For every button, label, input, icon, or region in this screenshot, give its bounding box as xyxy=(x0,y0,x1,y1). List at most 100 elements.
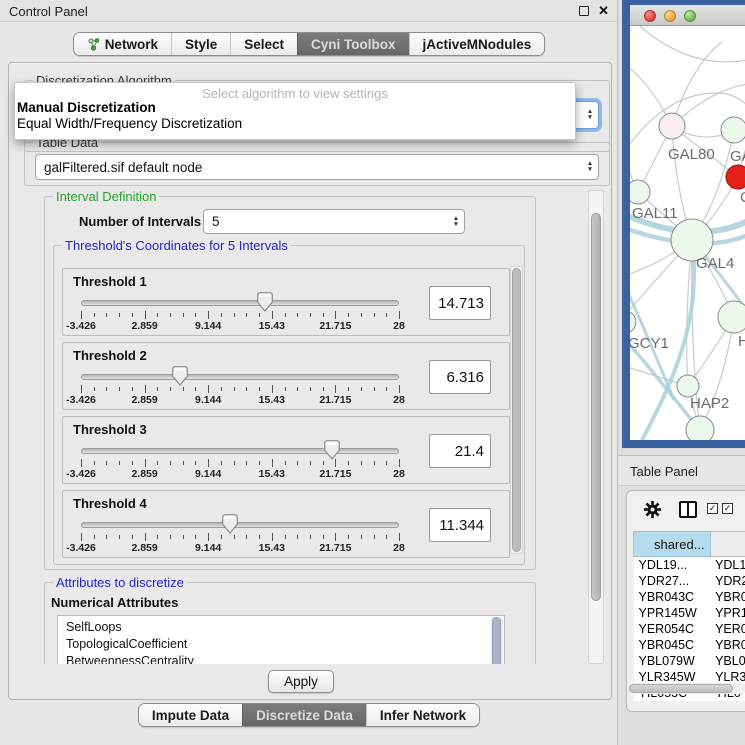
threshold-label: Threshold 3 xyxy=(73,422,147,437)
network-node-selected[interactable] xyxy=(726,165,745,189)
table-column-header[interactable]: shared... xyxy=(634,532,711,557)
table-row[interactable]: YDL19...YDL1 xyxy=(634,557,745,573)
control-panel-title: Control Panel xyxy=(9,4,88,19)
table-cell[interactable]: YER0 xyxy=(710,621,745,637)
network-node[interactable] xyxy=(677,375,699,397)
table-cell[interactable]: YDL1 xyxy=(710,557,745,573)
network-node[interactable] xyxy=(718,301,745,333)
top-tab-select[interactable]: Select xyxy=(230,33,297,55)
network-node[interactable] xyxy=(630,180,650,204)
threshold-value-field[interactable] xyxy=(429,434,491,468)
combo-spinner-icon[interactable]: ▲▼ xyxy=(582,109,598,121)
apply-button[interactable]: Apply xyxy=(268,670,334,693)
checkbox-icon[interactable]: ✓ xyxy=(707,503,718,514)
interval-definition-group-title: Interval Definition xyxy=(53,190,159,204)
float-window-icon[interactable] xyxy=(579,6,589,16)
network-node-label: H xyxy=(738,333,745,350)
table-data-combo[interactable]: galFiltered.sif default node ▲▼ xyxy=(35,154,599,180)
table-panel-body: ✓ ✓ shared...n YDL19...YDL1YDR27...YDR2Y… xyxy=(626,490,745,712)
settings-vertical-scrollbar[interactable] xyxy=(588,190,604,664)
algorithm-menu-item[interactable]: Manual Discretization xyxy=(15,100,575,116)
top-tab-jactivemnodules[interactable]: jActiveMNodules xyxy=(409,33,545,55)
checkbox-icon[interactable]: ✓ xyxy=(722,503,733,514)
slider-thumb[interactable] xyxy=(222,514,238,534)
network-node-label: C xyxy=(740,189,745,206)
slider-tick-labels: -3.4262.8599.14415.4321.71528 xyxy=(81,468,399,480)
table-cell[interactable]: YBL079W xyxy=(634,653,711,669)
table-row[interactable]: YBL079WYBL0 xyxy=(634,653,745,669)
combo-spinner-icon[interactable]: ▲▼ xyxy=(448,216,464,228)
network-node[interactable] xyxy=(686,416,714,440)
table-cell[interactable]: YBR045C xyxy=(634,637,711,653)
combo-spinner-icon[interactable]: ▲▼ xyxy=(582,161,598,173)
slider-thumb[interactable] xyxy=(257,292,273,312)
tick-label: 15.43 xyxy=(259,542,285,554)
close-icon[interactable]: ✕ xyxy=(598,3,609,19)
table-cell[interactable]: YDR2 xyxy=(710,573,745,589)
table-cell[interactable]: YDR27... xyxy=(634,573,711,589)
table-cell[interactable]: YBL0 xyxy=(710,653,745,669)
thresholds-scrollbar[interactable] xyxy=(510,266,523,554)
threshold-value-field[interactable] xyxy=(429,360,491,394)
tick-label: 28 xyxy=(393,320,405,332)
bottom-tabs: Impute DataDiscretize DataInfer Network xyxy=(138,703,480,727)
table-cell[interactable]: YBR0 xyxy=(710,589,745,605)
network-node[interactable] xyxy=(630,311,636,333)
table-cell[interactable]: YBR0 xyxy=(710,637,745,653)
tick-label: 28 xyxy=(393,394,405,406)
table-cell[interactable]: YPR1 xyxy=(710,605,745,621)
network-node[interactable] xyxy=(659,113,685,139)
threshold-value-field[interactable] xyxy=(429,508,491,542)
table-row[interactable]: YPR145WYPR1 xyxy=(634,605,745,621)
slider-track[interactable] xyxy=(81,448,399,454)
tick-label: 2.859 xyxy=(131,468,157,480)
slider-track[interactable] xyxy=(81,374,399,380)
algorithm-menu-item[interactable]: Equal Width/Frequency Discretization xyxy=(15,116,575,132)
slider-track[interactable] xyxy=(81,300,399,306)
table-cell[interactable]: YER054C xyxy=(634,621,711,637)
slider-thumb[interactable] xyxy=(172,366,188,386)
scrollbar-thumb[interactable] xyxy=(492,617,501,664)
minimize-traffic-icon[interactable] xyxy=(664,10,676,22)
table-column-header[interactable]: n xyxy=(710,532,745,557)
attribute-list-item[interactable]: BetweennessCentrality xyxy=(66,653,504,664)
top-tab-style[interactable]: Style xyxy=(171,33,230,55)
right-region: GAL80GAGAL11CGAL4GCY1HHAP2 Table Panel ✓… xyxy=(618,0,745,745)
top-tab-cyni-toolbox[interactable]: Cyni Toolbox xyxy=(297,33,409,55)
attribute-list-item[interactable]: TopologicalCoefficient xyxy=(66,636,504,653)
bottom-tab-infer-network[interactable]: Infer Network xyxy=(366,704,479,726)
table-cell[interactable]: YBR043C xyxy=(634,589,711,605)
scrollbar-thumb[interactable] xyxy=(591,213,601,601)
threshold-row: Threshold 1-3.4262.8599.14415.4321.71528 xyxy=(62,268,510,336)
number-of-intervals-combo[interactable]: 5 ▲▼ xyxy=(203,209,465,234)
top-tab-network[interactable]: Network xyxy=(74,33,171,55)
scrollbar-thumb[interactable] xyxy=(512,268,521,552)
slider-thumb[interactable] xyxy=(324,440,340,460)
table-panel-title: Table Panel xyxy=(630,464,698,479)
table-row[interactable]: YER054CYER0 xyxy=(634,621,745,637)
table-horizontal-scrollbar[interactable] xyxy=(629,683,745,694)
gear-icon[interactable] xyxy=(643,500,662,519)
table-row[interactable]: YBR045CYBR0 xyxy=(634,637,745,653)
tick-label: 21.715 xyxy=(319,394,351,406)
attributes-scrollbar[interactable] xyxy=(491,617,503,664)
attribute-list-item[interactable]: SelfLoops xyxy=(66,619,504,636)
bottom-tab-impute-data[interactable]: Impute Data xyxy=(139,704,242,726)
threshold-value-field[interactable] xyxy=(429,286,491,320)
table-row[interactable]: YDR27...YDR2 xyxy=(634,573,745,589)
columns-icon[interactable] xyxy=(679,501,697,518)
network-canvas[interactable]: GAL80GAGAL11CGAL4GCY1HHAP2 xyxy=(630,26,745,440)
scrollbar-thumb[interactable] xyxy=(629,684,733,693)
close-traffic-icon[interactable] xyxy=(644,10,656,22)
network-view-window[interactable]: GAL80GAGAL11CGAL4GCY1HHAP2 xyxy=(622,0,745,448)
zoom-traffic-icon[interactable] xyxy=(684,10,696,22)
table-cell[interactable]: YDL19... xyxy=(634,557,711,573)
network-edge xyxy=(672,42,722,126)
network-node-label: GAL80 xyxy=(668,146,715,163)
network-node-label: GCY1 xyxy=(630,335,669,352)
network-node[interactable] xyxy=(721,117,745,143)
bottom-tab-discretize-data[interactable]: Discretize Data xyxy=(242,704,366,726)
table-cell[interactable]: YPR145W xyxy=(634,605,711,621)
table-row[interactable]: YBR043CYBR0 xyxy=(634,589,745,605)
slider-track[interactable] xyxy=(81,522,399,528)
